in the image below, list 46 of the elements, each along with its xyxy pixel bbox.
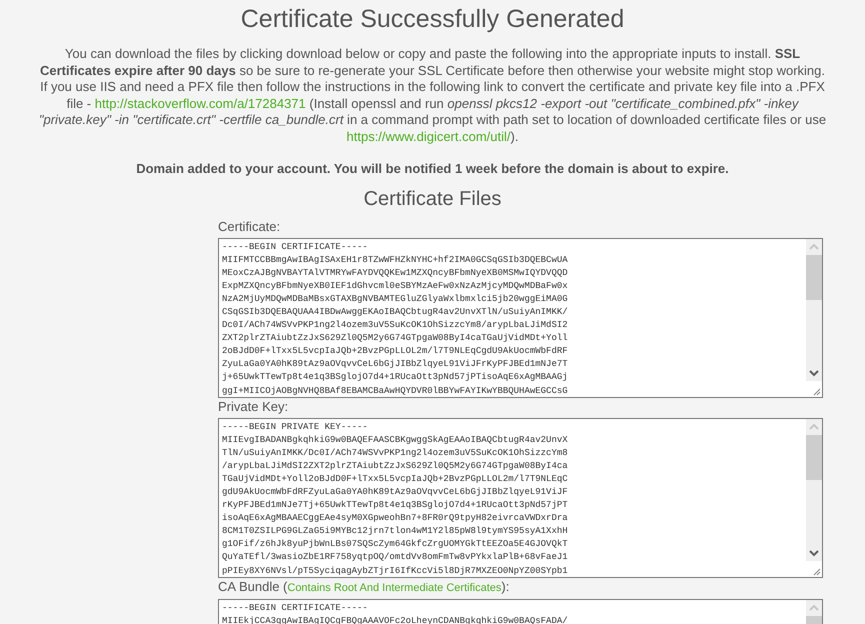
text-line: ggI+MIICOjAOBgNVHQ8BAf8EBAMCBaAwHQYDVR0lBBYwFAYIKwYBBQUHAwEGCCsG	[222, 384, 568, 396]
text-line: j+65UwkTTewTp8t4e1q3BSglojO7d4+1RUcaOtt3pNd57jPTisoAqE6xAgMBAAGj	[222, 371, 568, 384]
text-line: MIIEvgIBADANBgkqhkiG9w0BAQEFAASCBKgwggSkAgEAAoIBAQCbtugR4av2UnvX	[222, 434, 568, 447]
link[interactable]: http://stackoverflow.com/a/17284371	[94, 96, 306, 110]
text-line: rKyPFJBEd1mNJe7Tj+65UwkTTewTp8t4e1q3BSglojO7d4+1RUcaOtt3pNd57jPT	[222, 499, 568, 512]
intro-paragraph: You can download the files by clicking download below or copy and paste the following into the appropriate inputs to install. SSL Certificates expire after 90 days so be sure to re-generate your SSL Certificate before then otherwise your website might stop working. If you use IIS and need a PFX file then follow the instructions in the following link to convert the certificate and private key file into a .PFX file - http://stackoverflow.com/a/17284371 (Install openssl and run openssl pkcs12 -export -out "certificate_combined.pfx" -inkey "private.key" -in "certificate.crt" -certfile ca_bundle.crt in a command prompt with path set to location of downloaded certificate files or use https://www.digicert.com/util/).	[38, 46, 828, 145]
page-title: Certificate Successfully Generated	[240, 4, 626, 34]
text-line: -----BEGIN CERTIFICATE-----	[222, 602, 368, 614]
field-label: ):	[501, 578, 510, 594]
scroll-thumb[interactable]	[806, 434, 822, 480]
text-line: MIIEkjCCA3qgAwIBAgIQCgFBQgAAAVOFc2oLheynCDANBgkqhkiG9w0BAQsFADA/	[222, 614, 568, 624]
resize-grip-icon[interactable]	[806, 560, 822, 576]
resize-grip-icon[interactable]	[806, 380, 822, 396]
text-line: -----BEGIN PRIVATE KEY-----	[222, 420, 368, 434]
text-line: gdU9AkUocmWbFdRFZyuLaGa0YA0hK89tAz9aOVqvvCeL6bGjJIBbZlqyeL91ViJF	[222, 486, 568, 499]
field-label: Certificate:	[218, 218, 280, 234]
text-line: TlN/uSuiyAnIMKK/Dc0I/ACh74WSVvPKP1ng2l4ozem3uV5SuKcOK1OhSizzcYm8	[222, 446, 568, 460]
text-line: isoAqE6xAgMBAAECggEAe4syM0XGpweohBn7+8FR0rQ9tpyH82eivrcaVWDxrDra	[222, 512, 568, 526]
text-line: TGaUjVidMDt+Yoll2oBJdD0F+lTxx5L5vcpIaJQb+2BvzPGpLLOL2m/l7T9NLEqC	[222, 472, 568, 486]
text-line: NzA2MjUyMDQwMDBaMBsxGTAXBgNVBAMTEGluZGlyaWxlbmxlci5jb20wggEiMA0G	[222, 292, 568, 306]
section-title: Certificate Files	[362, 186, 502, 210]
text-line: ExpMZXQncyBFbmNyeXB0IEF1dGhvcml0eSBYMzAeFw0xNzAzMjcyMDQwMDBaFw0x	[222, 280, 568, 293]
text-line: pPIEy8XY6NVsl/pT5SyciqagAybZTjrI6IfKccVi5l8DjR7MXZEO0NpYZ00SYpb1	[222, 564, 568, 576]
text-line: g1OFif/z6hJk8yuPjbWnLBs07SQScZym64GkfcZrgUOMYGkTtEEZOa5E4GJOVQkT	[222, 538, 568, 552]
text-line: ZyuLaGa0YA0hK89tAz9aOVqvvCeL6bGjJIBbZlqyeL91ViJFrKyPFJBEd1mNJe7T	[222, 358, 568, 372]
link[interactable]: Contains Root And Intermediate Certificates	[287, 580, 502, 596]
text-line: 8CM1T0ZSILPG9GLZaG5i9MYBc12jrn7tlon4wM1Y2l85pW8l9tymYS95syA1XxhH	[222, 525, 568, 538]
text-line: MEoxCzAJBgNVBAYTAlVTMRYwFAYDVQQKEw1MZXQncyBFbmNyeXB0MSMwIQYDVQQD	[222, 266, 568, 280]
text-line: 2oBJdD0F+lTxx5L5vcpIaJQb+2BvzPGpLLOL2m/l7T9NLEqCgdU9AkUocmWbFdRF	[222, 345, 568, 358]
notice-text: Domain added to your account. You will be notified 1 week before the domain is about to expire.	[135, 160, 730, 178]
link[interactable]: https://www.digicert.com/util/	[346, 128, 511, 144]
text-line: Dc0I/ACh74WSVvPKP1ng2l4ozem3uV5SuKcOK1OhSizzcYm8/arypLbaLJiMdSI2	[222, 319, 568, 332]
text-area[interactable]: -----BEGIN CERTIFICATE----- MIIEkjCCA3qgAwIBAgIQCgFBQgAAAVOFc2oLheynCDANBgkqhkiG9w0BAQsFADA/	[218, 598, 823, 624]
field-label: Private Key:	[218, 398, 288, 414]
text-area[interactable]	[218, 238, 823, 398]
text-line: MIIFMTCCBBmgAwIBAgISAxEH1r8TZwWFHZkNYHC+hf2IMA0GCSqGSIb3DQEBCwUA	[222, 254, 568, 267]
text-line: /arypLbaLJiMdSI2ZXT2plrZTAiubtZzJxS629Zl0Q5M2y6G74GTpgaW08ByI4ca	[222, 460, 568, 473]
text-area[interactable]	[218, 418, 823, 578]
field-label: CA Bundle (	[218, 578, 288, 594]
text-line: -----BEGIN CERTIFICATE-----	[222, 240, 368, 254]
scrollbar[interactable]	[806, 418, 822, 576]
text-line: ZXT2plrZTAiubtZzJxS629Zl0Q5M2y6G74GTpgaW08ByI4caTGaUjVidMDt+Yoll	[222, 332, 568, 346]
scrollbar[interactable]	[806, 238, 822, 396]
text-line: CSqGSIb3DQEBAQUAA4IBDwAwggEKAoIBAQCbtugR4av2UnvXTlN/uSuiyAnIMKK/	[222, 306, 568, 319]
text-line: QuYaTEfl/3wasioZbE1RF758yqtpOQ/omtdVv8omFmTw8vPYkxlaPlB+68vFaeJ1	[222, 551, 568, 564]
scroll-thumb[interactable]	[806, 254, 822, 300]
